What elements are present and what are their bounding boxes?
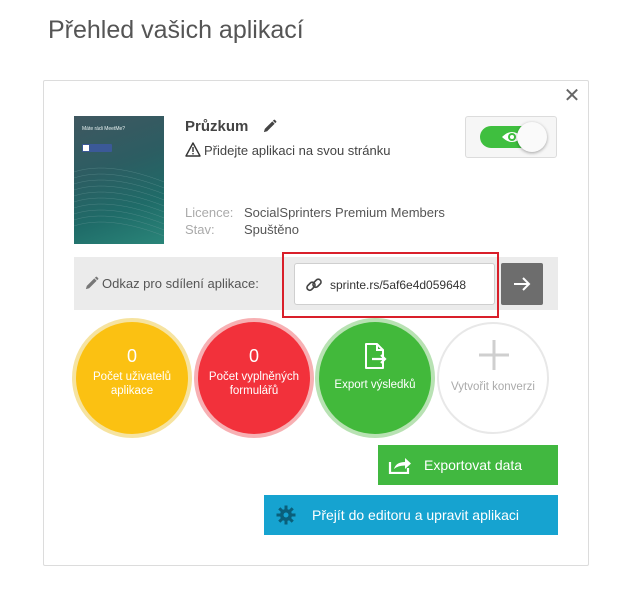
- app-thumbnail: Máte rádi MeetMe?: [74, 116, 164, 244]
- app-warning: Přidejte aplikaci na svou stránku: [204, 143, 391, 158]
- app-name: Průzkum: [185, 118, 249, 135]
- warning-triangle-icon: [185, 142, 201, 157]
- share-link-highlight: [282, 252, 499, 318]
- app-visibility-toggle[interactable]: [465, 116, 557, 158]
- forms-count-stat: 0 Počet vyplněných formulářů: [198, 322, 310, 434]
- gear-icon: [276, 505, 296, 525]
- users-count-stat: 0 Počet uživatelů aplikace: [76, 322, 188, 434]
- status-label: Stav:: [185, 222, 215, 237]
- open-share-link-button[interactable]: [501, 263, 543, 305]
- licence-value: SocialSprinters Premium Members: [244, 205, 445, 220]
- open-editor-label: Přejít do editoru a upravit aplikaci: [312, 507, 519, 523]
- create-conversion-button[interactable]: Vytvořit konverzi: [437, 322, 549, 434]
- users-count-label: Počet uživatelů aplikace: [93, 371, 171, 397]
- forms-count-label: Počet vyplněných formulářů: [208, 371, 300, 397]
- licence-label: Licence:: [185, 205, 234, 220]
- create-conversion-label: Vytvořit konverzi: [451, 381, 535, 393]
- export-results-button[interactable]: Export výsledků: [319, 322, 431, 434]
- share-box-icon: [388, 458, 411, 474]
- plus-icon: [479, 340, 509, 370]
- users-count: 0: [126, 346, 137, 366]
- export-results-label: Export výsledků: [334, 379, 416, 391]
- page-title: Přehled vašich aplikací: [48, 16, 304, 44]
- export-data-button[interactable]: Exportovat data: [378, 445, 558, 485]
- toggle-knob: [517, 122, 547, 152]
- open-editor-button[interactable]: Přejít do editoru a upravit aplikaci: [264, 495, 558, 535]
- arrow-right-icon: [514, 277, 531, 291]
- file-export-icon: [365, 343, 387, 369]
- thumbnail-question: Máte rádi MeetMe?: [82, 126, 126, 132]
- forms-count: 0: [248, 346, 259, 366]
- export-data-label: Exportovat data: [424, 457, 523, 473]
- pencil-icon: [85, 276, 99, 290]
- pencil-icon[interactable]: [262, 119, 277, 134]
- close-icon[interactable]: ✕: [563, 86, 581, 106]
- thumbnail-facebook-button: [82, 144, 112, 152]
- status-value: Spuštěno: [244, 222, 299, 237]
- share-label: Odkaz pro sdílení aplikace:: [102, 276, 259, 291]
